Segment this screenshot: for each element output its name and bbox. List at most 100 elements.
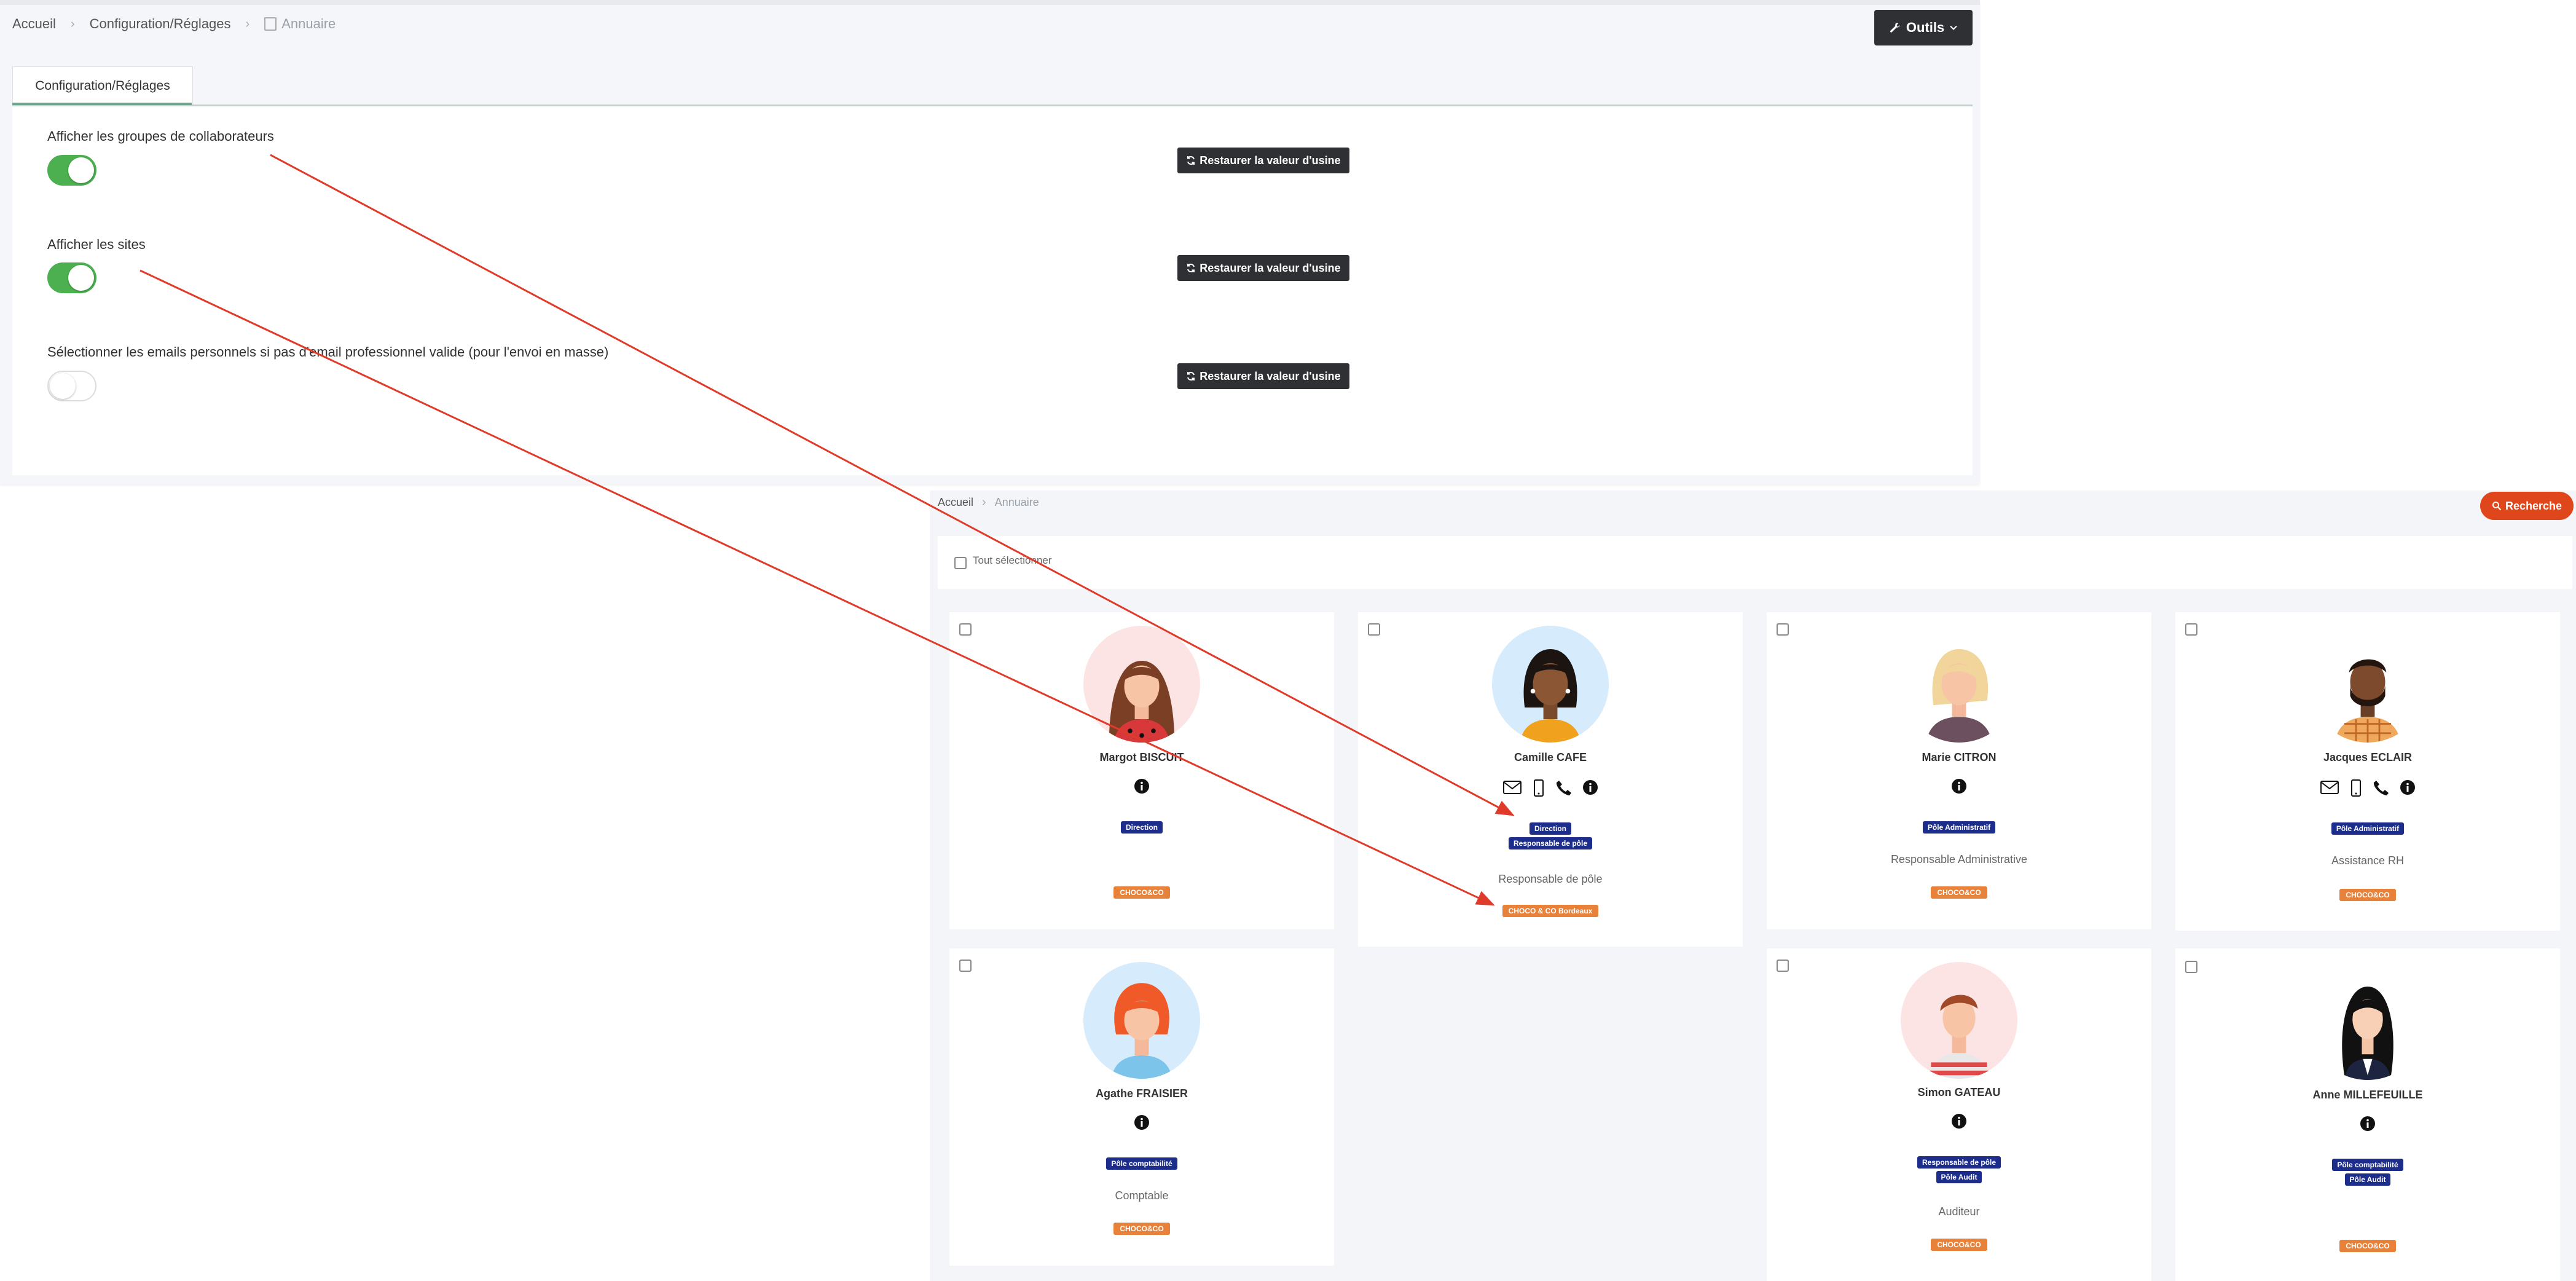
person-card: Camille CAFE Direction Responsable de pô… [1358, 612, 1743, 947]
group-badge: Pôle comptabilité [2332, 1159, 2403, 1171]
info-icon[interactable] [1951, 1113, 1967, 1129]
group-badges: Pôle comptabilité [949, 1157, 1334, 1170]
directory-screen: Accueil › Annuaire Recherche Tout sélect… [930, 491, 2576, 1281]
breadcrumb-current: Annuaire [281, 16, 336, 31]
search-icon [2492, 502, 2502, 511]
breadcrumb-config[interactable]: Configuration/Réglages [90, 16, 231, 32]
person-checkbox[interactable] [1368, 623, 1380, 636]
contact-icons [1767, 1113, 2151, 1129]
person-name[interactable]: Agathe FRAISIER [949, 1087, 1334, 1100]
site-label: CHOCO&CO [1931, 886, 1987, 899]
restore-label: Restaurer la valeur d'usine [1200, 154, 1341, 167]
info-icon[interactable] [1951, 778, 1967, 794]
info-icon[interactable] [2400, 779, 2416, 795]
refresh-icon [1187, 371, 1195, 381]
avatar [1083, 962, 1200, 1079]
person-name[interactable]: Camille CAFE [1358, 751, 1743, 764]
site-badge: CHOCO&CO [1767, 1239, 2151, 1251]
person-card: Jacques ECLAIR Pôle Administratif Assist… [2175, 612, 2560, 931]
contact-icons [1767, 778, 2151, 794]
option-label-personal-emails: Sélectionner les emails personnels si pa… [47, 344, 609, 360]
person-card: Margot BISCUIT Direction CHOCO&CO [949, 612, 1334, 929]
person-card: Agathe FRAISIER Pôle comptabilité Compta… [949, 948, 1334, 1266]
job-title: Responsable de pôle [1498, 873, 1603, 885]
refresh-icon [1187, 263, 1195, 273]
tab-configuration[interactable]: Configuration/Réglages [12, 66, 193, 105]
group-badge: Direction [1529, 822, 1571, 835]
person-card: Simon GATEAU Responsable de pôle Pôle Au… [1767, 948, 2151, 1281]
contact-icons [949, 778, 1334, 794]
refresh-icon [1187, 156, 1195, 165]
option-label-groups: Afficher les groupes de collaborateurs [47, 128, 274, 144]
person-name[interactable]: Margot BISCUIT [949, 751, 1334, 764]
avatar [1901, 962, 2017, 1079]
toggle-knob [50, 373, 76, 399]
group-badges: Pôle comptabilité Pôle Audit [2175, 1159, 2560, 1186]
option-label-sites: Afficher les sites [47, 237, 146, 252]
avatar [1492, 626, 1609, 743]
mobile-phone-icon[interactable] [1533, 779, 1544, 797]
person-checkbox[interactable] [1777, 960, 1789, 972]
person-name[interactable]: Jacques ECLAIR [2175, 751, 2560, 764]
person-name[interactable]: Marie CITRON [1767, 751, 2151, 764]
site-label: CHOCO&CO [2339, 889, 2396, 901]
chevron-down-icon [1950, 25, 1957, 30]
settings-panel: Afficher les groupes de collaborateurs R… [12, 106, 1973, 475]
group-badge: Responsable de pôle [1508, 837, 1593, 849]
breadcrumb-home[interactable]: Accueil [12, 16, 56, 32]
phone-icon[interactable] [2373, 779, 2389, 795]
restore-label: Restaurer la valeur d'usine [1200, 369, 1341, 382]
site-label: CHOCO&CO [1113, 886, 1170, 899]
restore-default-button-emails[interactable]: Restaurer la valeur d'usine [1177, 363, 1349, 389]
info-icon[interactable] [1134, 778, 1150, 794]
contact-icons [2175, 779, 2560, 797]
email-icon[interactable] [1502, 779, 1522, 795]
mobile-phone-icon[interactable] [2350, 779, 2362, 797]
person-card: Marie CITRON Pôle Administratif Responsa… [1767, 612, 2151, 929]
group-badge: Pôle Administratif [2331, 822, 2405, 835]
person-checkbox[interactable] [959, 623, 972, 636]
toggle-knob [68, 265, 94, 291]
info-icon[interactable] [2360, 1116, 2376, 1132]
group-badges: Direction [949, 821, 1334, 834]
person-checkbox[interactable] [959, 960, 972, 972]
toggle-show-sites[interactable] [47, 262, 96, 293]
avatar [1901, 626, 2017, 743]
site-badge: CHOCO&CO [2175, 889, 2560, 901]
select-all-checkbox[interactable] [954, 557, 967, 569]
tools-button[interactable]: Outils [1874, 10, 1973, 45]
search-button[interactable]: Recherche [2480, 492, 2574, 520]
contact-icons [2175, 1116, 2560, 1132]
site-label: CHOCO&CO [1931, 1239, 1987, 1251]
avatar [2309, 963, 2426, 1080]
breadcrumb: Accueil › Configuration/Réglages › Annua… [12, 16, 336, 32]
site-badge: CHOCO&CO [2175, 1240, 2560, 1252]
person-name[interactable]: Simon GATEAU [1767, 1086, 2151, 1099]
info-icon[interactable] [1134, 1114, 1150, 1130]
toggle-personal-emails[interactable] [47, 371, 96, 401]
email-icon[interactable] [2320, 779, 2339, 795]
site-label: CHOCO&CO [2339, 1240, 2396, 1252]
person-checkbox[interactable] [2185, 961, 2197, 973]
person-checkbox[interactable] [2185, 623, 2197, 636]
select-all-label[interactable]: Tout sélectionner [973, 554, 1052, 567]
directory-breadcrumb: Accueil › Annuaire [938, 495, 1039, 510]
breadcrumb-home[interactable]: Accueil [938, 496, 973, 509]
job-title: Comptable [1115, 1189, 1169, 1202]
group-badges: Responsable de pôle Pôle Audit [1767, 1156, 2151, 1183]
info-icon[interactable] [1582, 779, 1598, 795]
contact-icons [1358, 779, 1743, 797]
site-badge: CHOCO&CO [949, 886, 1334, 899]
person-checkbox[interactable] [1777, 623, 1789, 636]
wrench-icon [1890, 23, 1900, 33]
search-label: Recherche [2505, 499, 2562, 512]
toggle-show-groups[interactable] [47, 155, 96, 186]
group-badge: Responsable de pôle [1917, 1156, 2001, 1169]
avatar [2309, 626, 2426, 743]
job-title: Responsable Administrative [1890, 853, 2028, 865]
restore-default-button-sites[interactable]: Restaurer la valeur d'usine [1177, 255, 1349, 281]
restore-default-button-groups[interactable]: Restaurer la valeur d'usine [1177, 148, 1349, 173]
phone-icon[interactable] [1555, 779, 1571, 795]
person-name[interactable]: Anne MILLEFEUILLE [2175, 1089, 2560, 1102]
chevron-right-icon: › [70, 17, 75, 31]
